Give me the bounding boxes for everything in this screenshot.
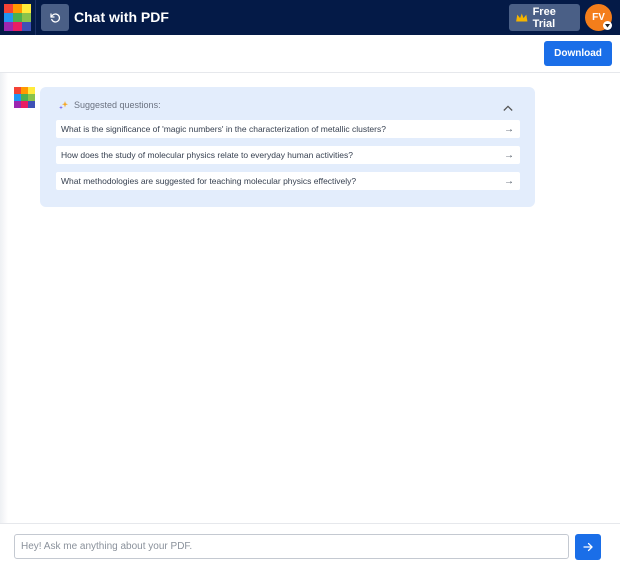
assistant-avatar	[14, 87, 35, 108]
download-button[interactable]: Download	[544, 41, 612, 66]
suggested-question-3[interactable]: What methodologies are suggested for tea…	[56, 172, 520, 190]
crown-icon	[516, 13, 528, 22]
header-divider	[35, 0, 36, 35]
toolbar: Download	[0, 35, 620, 73]
suggested-question-1[interactable]: What is the significance of 'magic numbe…	[56, 120, 520, 138]
free-trial-label: Free Trial	[532, 5, 556, 30]
chevron-up-icon[interactable]	[503, 99, 513, 117]
page-title: Chat with PDF	[74, 9, 169, 25]
chat-input-bar	[0, 523, 620, 564]
arrow-right-icon: →	[504, 149, 514, 161]
app-logo[interactable]	[4, 4, 31, 31]
suggested-questions-title: Suggested questions:	[74, 100, 161, 110]
chat-input[interactable]	[14, 534, 569, 559]
chevron-down-icon[interactable]	[603, 21, 612, 30]
reset-button[interactable]	[41, 4, 69, 31]
question-text: How does the study of molecular physics …	[61, 150, 353, 160]
sparkle-icon	[59, 101, 68, 110]
arrow-right-icon: →	[504, 123, 514, 135]
question-text: What is the significance of 'magic numbe…	[61, 124, 386, 134]
arrow-right-icon: →	[504, 175, 514, 187]
suggested-questions-card: Suggested questions: What is the signifi…	[40, 87, 535, 207]
free-trial-button[interactable]: Free Trial	[509, 4, 580, 31]
question-text: What methodologies are suggested for tea…	[61, 176, 357, 186]
suggested-questions-header: Suggested questions:	[58, 99, 161, 111]
arrow-right-icon	[583, 542, 593, 552]
suggested-question-2[interactable]: How does the study of molecular physics …	[56, 146, 520, 164]
top-header: Chat with PDF Free Trial FV	[0, 0, 620, 35]
send-button[interactable]	[575, 534, 601, 560]
rotate-ccw-icon	[50, 12, 61, 23]
side-shadow	[0, 73, 8, 564]
